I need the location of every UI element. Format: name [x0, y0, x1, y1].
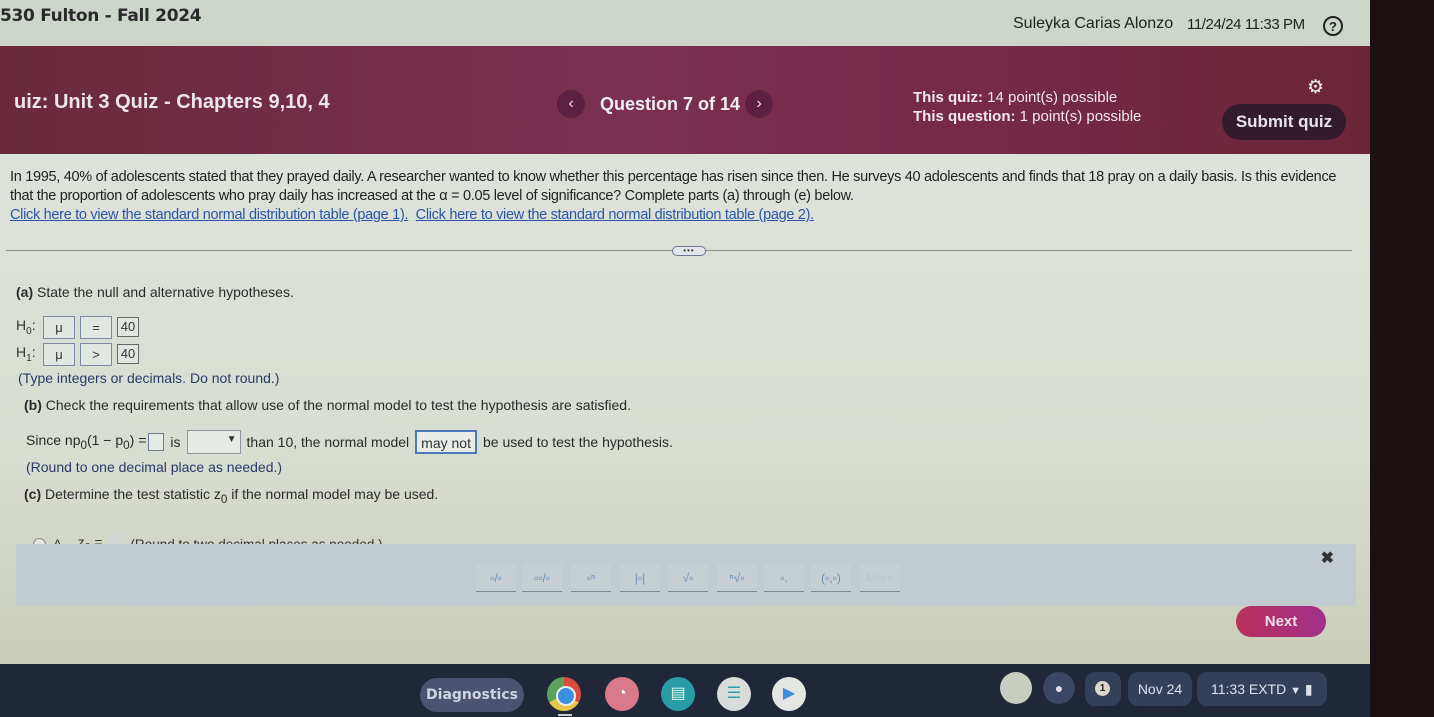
docs-app-icon[interactable]: ☰: [717, 677, 751, 711]
decimal-button[interactable]: ▫.: [764, 564, 804, 592]
avatar[interactable]: [1000, 672, 1032, 704]
cards-app-icon[interactable]: ▤: [661, 677, 695, 711]
quiz-title: uiz: Unit 3 Quiz - Chapters 9,10, 4: [14, 91, 330, 113]
comparison-dropdown[interactable]: ▼: [186, 430, 241, 454]
chrome-icon[interactable]: [547, 677, 581, 711]
notification-button[interactable]: 1: [1085, 672, 1121, 706]
dropdown-arrow-icon: ▼: [226, 434, 237, 445]
h0-value-input[interactable]: 40: [117, 317, 139, 337]
question-content: In 1995, 40% of adolescents stated that …: [0, 154, 1372, 664]
tail-text: be used to test the hypothesis.: [482, 434, 673, 450]
screen: 530 Fulton - Fall 2024 Suleyka Carias Al…: [0, 0, 1434, 717]
next-button[interactable]: Next: [1236, 606, 1326, 637]
h1-parameter-select[interactable]: μ: [43, 342, 75, 366]
part-b-heading: (b) Check the requirements that allow us…: [24, 397, 631, 413]
active-app-indicator: [558, 714, 572, 716]
part-c-heading: (c) Determine the test statistic z0 if t…: [24, 486, 439, 506]
null-hypothesis-row: H0: μ = 40: [16, 315, 144, 339]
question-counter[interactable]: Question 7 of 14: [600, 94, 740, 115]
system-shelf: Diagnostics ◔ ▤ ☰ ▶ ● 1 Nov 24 11:33 EXT…: [0, 664, 1372, 717]
previous-question-button[interactable]: ‹: [557, 90, 585, 118]
status-tray[interactable]: 11:33 EXTD ▼ ▮: [1197, 672, 1327, 706]
diagnostics-button[interactable]: Diagnostics: [420, 678, 524, 712]
prompt-text: In 1995, 40% of adolescents stated that …: [10, 169, 1337, 204]
clock: 11:33 EXTD: [1211, 681, 1287, 697]
is-text: is: [170, 434, 181, 450]
next-question-button[interactable]: ›: [745, 90, 773, 118]
since-text: Since np0(1 − p0) =: [26, 432, 147, 452]
datetime: 11/24/24 11:33 PM: [1187, 16, 1305, 33]
h1-label: H1:: [16, 344, 36, 364]
part-a-text: State the null and alternative hypothese…: [33, 284, 294, 300]
h0-operator-select[interactable]: =: [80, 315, 112, 339]
part-b-text: Check the requirements that allow use of…: [41, 397, 631, 413]
submit-quiz-button[interactable]: Submit quiz: [1222, 104, 1346, 140]
top-bar: 530 Fulton - Fall 2024 Suleyka Carias Al…: [0, 0, 1372, 46]
question-points-value: 1 point(s) possible: [1015, 108, 1142, 125]
battery-icon: ▮: [1304, 681, 1313, 697]
h0-label: H0:: [16, 317, 36, 337]
question-points-label: This question:: [913, 108, 1016, 125]
exponent-button[interactable]: ▫ⁿ: [571, 564, 611, 592]
part-b-label: (b): [24, 397, 42, 413]
quiz-header: uiz: Unit 3 Quiz - Chapters 9,10, 4 ‹ Qu…: [0, 46, 1372, 154]
quiz-points-label: This quiz:: [913, 89, 983, 106]
expand-pill[interactable]: •••: [672, 246, 706, 256]
help-icon[interactable]: ?: [1323, 16, 1343, 36]
math-palette: ✖ ▫/▫ ▫▫/▫ ▫ⁿ |▫| √▫ ⁿ√▫ ▫. (▫,▫) More: [16, 544, 1356, 606]
ordered-pair-button[interactable]: (▫,▫): [811, 564, 851, 592]
fraction-button[interactable]: ▫/▫: [476, 564, 516, 592]
square-root-button[interactable]: √▫: [668, 564, 708, 592]
play-store-icon[interactable]: ▶: [772, 677, 806, 711]
course-title[interactable]: 530 Fulton - Fall 2024: [0, 6, 202, 26]
alternative-hypothesis-row: H1: μ > 40: [16, 342, 144, 366]
h0-parameter-select[interactable]: μ: [43, 315, 75, 339]
part-a-label: (a): [16, 284, 34, 300]
may-not-select[interactable]: may not: [415, 430, 477, 454]
part-a-note: (Type integers or decimals. Do not round…: [18, 370, 280, 386]
date-chip[interactable]: Nov 24: [1128, 672, 1192, 706]
requirement-sentence: Since np0(1 − p0) = is ▼ than 10, the no…: [26, 430, 673, 454]
part-b-note: (Round to one decimal place as needed.): [26, 459, 283, 475]
normal-table-page2-link[interactable]: Click here to view the standard normal d…: [416, 207, 815, 223]
points-info: This quiz: 14 point(s) possible This que…: [913, 88, 1141, 126]
user-name: Suleyka Carias Alonzo: [1013, 15, 1174, 32]
quiz-points-value: 14 point(s) possible: [983, 89, 1118, 106]
microphone-icon[interactable]: ●: [1043, 672, 1075, 704]
notification-count: 1: [1095, 681, 1110, 696]
than-text: than 10, the normal model: [246, 434, 410, 450]
part-c-label: (c): [24, 486, 42, 502]
close-icon[interactable]: ✖: [1321, 548, 1334, 568]
screen-bezel: [1370, 0, 1434, 717]
more-button[interactable]: More: [860, 564, 900, 592]
np-value-input[interactable]: [148, 433, 165, 451]
absolute-value-button[interactable]: |▫|: [620, 564, 660, 592]
brain-app-icon[interactable]: ◔: [605, 677, 639, 711]
wifi-icon: ▼: [1290, 685, 1302, 697]
nth-root-button[interactable]: ⁿ√▫: [717, 564, 757, 592]
normal-table-page1-link[interactable]: Click here to view the standard normal d…: [10, 207, 409, 223]
question-points: This question: 1 point(s) possible: [913, 107, 1141, 126]
mixed-number-button[interactable]: ▫▫/▫: [522, 564, 562, 592]
quiz-points: This quiz: 14 point(s) possible: [913, 88, 1141, 107]
gear-icon[interactable]: ⚙: [1307, 78, 1327, 98]
h1-operator-select[interactable]: >: [80, 342, 112, 366]
h1-value-input[interactable]: 40: [117, 344, 139, 364]
question-prompt: In 1995, 40% of adolescents stated that …: [10, 168, 1350, 225]
part-a-heading: (a) State the null and alternative hypot…: [16, 284, 294, 300]
